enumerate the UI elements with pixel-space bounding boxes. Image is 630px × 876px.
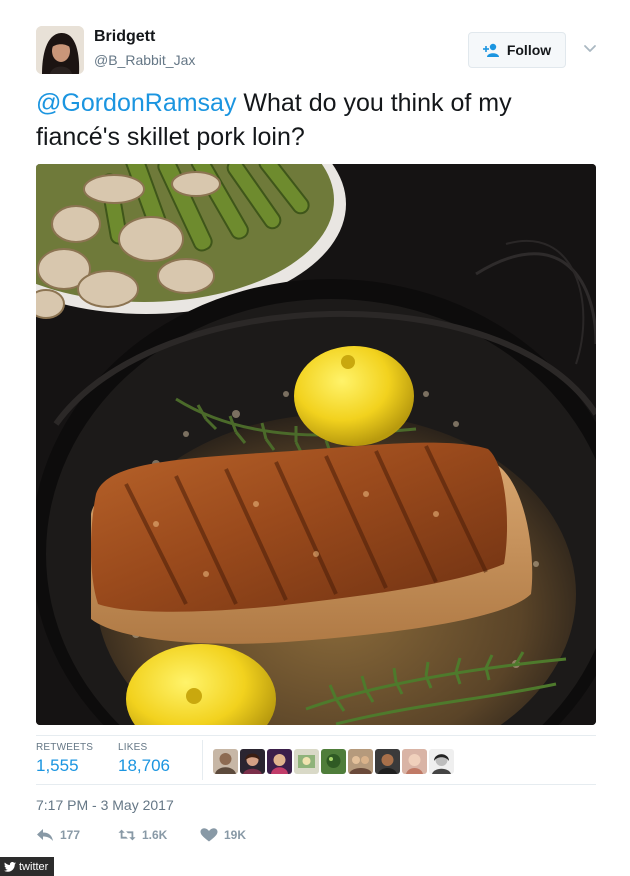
likes-label: LIKES (118, 742, 148, 753)
retweet-button[interactable]: 1.6K (118, 828, 167, 842)
liker-avatar[interactable] (267, 749, 292, 774)
reply-button[interactable]: 177 (36, 828, 80, 842)
tweet-photo[interactable] (36, 164, 596, 725)
source-credit: twitter (0, 857, 55, 876)
follow-label: Follow (506, 42, 552, 58)
like-button[interactable]: 19K (200, 828, 246, 842)
liker-avatar[interactable] (348, 749, 373, 774)
like-count: 19K (224, 828, 247, 842)
liker-avatar[interactable] (240, 749, 265, 774)
liker-avatar[interactable] (321, 749, 346, 774)
tweet-text: @GordonRamsay What do you think of my fi… (36, 86, 596, 154)
likes-stat[interactable]: LIKES 18,706 (118, 742, 170, 776)
liker-avatar[interactable] (375, 749, 400, 774)
reply-count: 177 (60, 828, 81, 842)
stats-divider (202, 740, 203, 780)
heart-icon (200, 828, 218, 842)
user-handle[interactable]: @B_Rabbit_Jax (94, 52, 195, 68)
likes-count: 18,706 (118, 756, 170, 775)
tweet-timestamp[interactable]: 7:17 PM - 3 May 2017 (36, 797, 174, 813)
credit-label: twitter (19, 860, 49, 873)
tweet-actions: 177 1.6K 19K (36, 828, 336, 848)
reply-icon (37, 829, 53, 841)
liker-avatar[interactable] (213, 749, 238, 774)
engagement-stats: RETWEETS 1,555 LIKES 18,706 (36, 735, 596, 785)
chevron-down-icon[interactable] (582, 40, 598, 56)
retweet-count: 1.6K (142, 828, 168, 842)
mention-link[interactable]: @GordonRamsay (36, 89, 236, 117)
retweets-label: RETWEETS (36, 742, 94, 753)
display-name[interactable]: Bridgett (94, 28, 155, 46)
twitter-bird-icon (4, 861, 16, 872)
retweet-icon (118, 829, 136, 841)
avatar[interactable] (36, 26, 84, 74)
retweets-stat[interactable]: RETWEETS 1,555 (36, 742, 93, 776)
liker-avatar[interactable] (429, 749, 454, 774)
retweets-count: 1,555 (36, 756, 79, 775)
liker-avatar[interactable] (294, 749, 319, 774)
tweet-header: Bridgett @B_Rabbit_Jax Follow (36, 22, 606, 78)
liker-avatars (213, 749, 454, 774)
liker-avatar[interactable] (402, 749, 427, 774)
follow-button[interactable]: Follow (468, 32, 566, 68)
add-user-icon (482, 43, 499, 57)
